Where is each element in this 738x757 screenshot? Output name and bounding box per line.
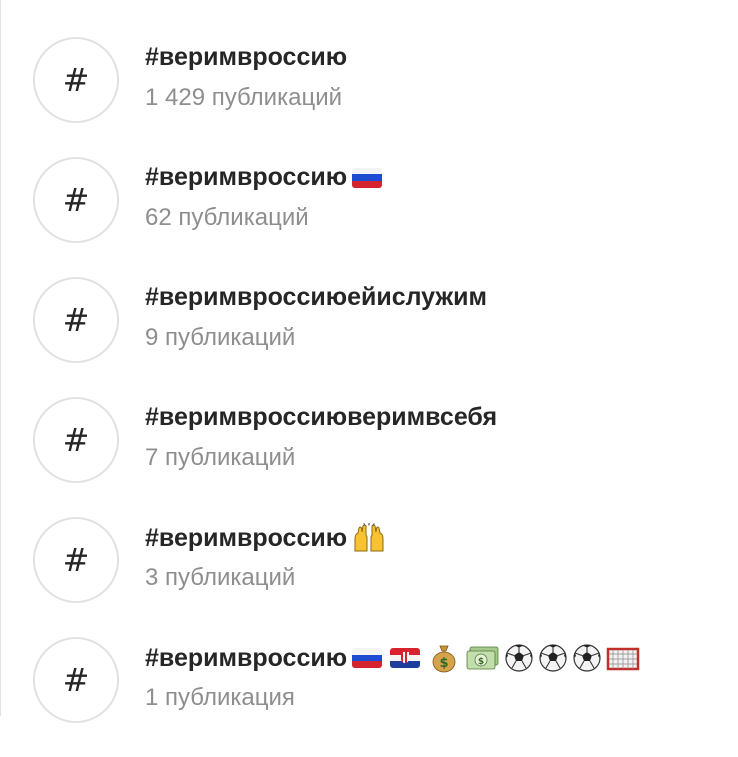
soccer-ball-icon [539, 644, 567, 672]
hashtag-result-item[interactable]: # #веримвроссиюейислужим 9 публикаций [0, 277, 738, 397]
hashtag-name: #веримвроссиюейислужим [145, 283, 487, 311]
raising-hands-icon [354, 523, 384, 552]
post-count: 7 публикаций [145, 444, 296, 471]
hashtag-icon: # [33, 517, 119, 603]
dollar-banknote-icon: $ [466, 646, 499, 670]
hashtag-icon: # [33, 277, 119, 363]
post-count: 9 публикаций [145, 324, 296, 351]
hashtag-name: #веримвроссию [145, 523, 386, 553]
flag-russia-icon [352, 167, 383, 188]
post-count: 3 публикаций [145, 564, 296, 591]
hashtag-name: #веримвроссию $ $ [145, 643, 640, 673]
flag-russia-icon [352, 648, 383, 668]
svg-text:$: $ [440, 656, 449, 671]
hashtag-result-item[interactable]: # #веримвроссию 62 публикаций [0, 157, 738, 277]
hashtag-icon: # [33, 37, 119, 123]
hashtag-name: #веримвроссию [145, 43, 348, 71]
soccer-ball-icon [505, 644, 533, 672]
hashtag-icon: # [33, 157, 119, 243]
post-count: 1 429 публикаций [145, 84, 343, 111]
hashtag-result-item[interactable]: # #веримвроссию 1 429 публикаций [0, 37, 738, 157]
hashtag-result-item[interactable]: # #веримвроссию $ $ 1 публикация [0, 637, 738, 757]
goal-net-icon [606, 647, 640, 671]
hashtag-icon: # [33, 397, 119, 483]
soccer-ball-icon [573, 644, 601, 672]
hashtag-result-item[interactable]: # #веримвроссию 3 публикаций [0, 517, 738, 637]
post-count: 1 публикация [145, 684, 295, 711]
hashtag-name: #веримвроссиюверимвсебя [145, 403, 498, 431]
flag-croatia-icon [390, 648, 421, 668]
hashtag-icon: # [33, 637, 119, 723]
money-bag-icon: $ [432, 645, 456, 673]
svg-text:$: $ [478, 657, 484, 667]
post-count: 62 публикаций [145, 204, 309, 231]
hashtag-name: #веримвроссию [145, 163, 383, 192]
hashtag-result-item[interactable]: # #веримвроссиюверимвсебя 7 публикаций [0, 397, 738, 517]
